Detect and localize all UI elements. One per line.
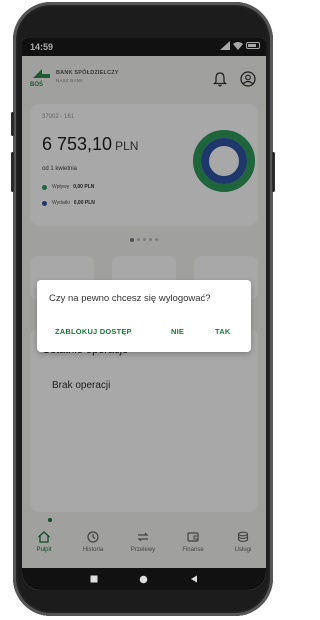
dialog-question: Czy na pewno chcesz się wylogować? — [49, 293, 211, 304]
no-button[interactable]: NIE — [171, 327, 184, 336]
recents-icon[interactable] — [90, 575, 98, 583]
app-screen: 14:59 BOŚ BANK SPÓŁDZIELCZY NASZ BANK 37… — [22, 38, 266, 590]
home-button-icon[interactable] — [139, 575, 148, 584]
system-navigation-bar — [22, 568, 266, 590]
back-icon[interactable] — [190, 575, 198, 583]
yes-button[interactable]: TAK — [215, 327, 230, 336]
logout-dialog: Czy na pewno chcesz się wylogować? ZABLO… — [37, 280, 251, 352]
block-access-button[interactable]: ZABLOKUJ DOSTĘP — [55, 327, 132, 336]
power-button — [272, 152, 275, 192]
volume-button-2 — [11, 152, 14, 192]
volume-button — [11, 112, 14, 136]
